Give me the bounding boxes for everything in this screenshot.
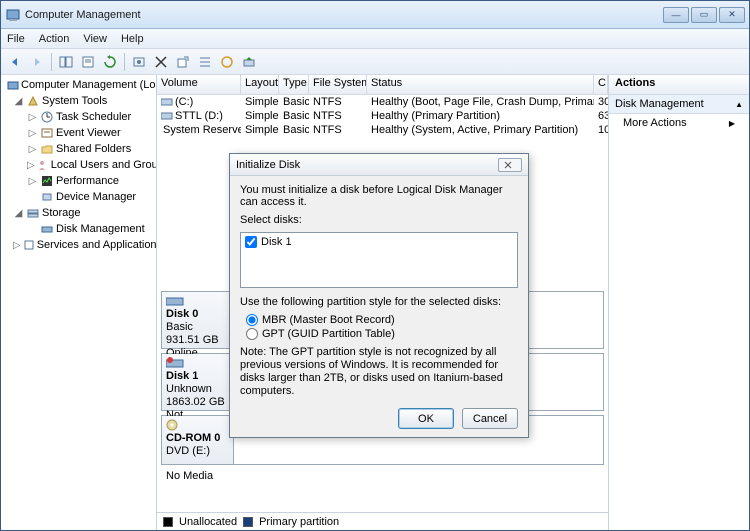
menu-view[interactable]: View (83, 33, 107, 45)
app-icon (5, 7, 21, 23)
radio-gpt[interactable]: GPT (GUID Partition Table) (246, 328, 518, 340)
cdrom-info: CD-ROM 0 DVD (E:) No Media (162, 416, 234, 464)
delete-icon[interactable] (151, 52, 171, 72)
menubar: File Action View Help (1, 29, 749, 49)
menu-file[interactable]: File (7, 33, 25, 45)
show-hide-tree-button[interactable] (56, 52, 76, 72)
legend-primary-swatch (243, 517, 253, 527)
navigation-tree[interactable]: Computer Management (Local ◢System Tools… (1, 75, 157, 530)
cancel-button[interactable]: Cancel (462, 408, 518, 429)
volume-row[interactable]: System Reserved Simple Basic NTFS Health… (157, 123, 608, 137)
collapse-icon: ▲ (735, 100, 743, 109)
tree-root[interactable]: Computer Management (Local (1, 77, 156, 93)
ok-button[interactable]: OK (398, 408, 454, 429)
maximize-button[interactable]: ▭ (691, 7, 717, 23)
disk-0-info: Disk 0 Basic 931.51 GB Online (162, 292, 234, 348)
refresh-disk-icon[interactable] (217, 52, 237, 72)
window-title: Computer Management (25, 9, 663, 21)
gpt-radio[interactable] (246, 328, 258, 340)
disk-1-info: Disk 1 Unknown 1863.02 GB Not Initialize… (162, 354, 234, 410)
actions-header: Actions (609, 75, 749, 95)
disk1-checkbox[interactable] (245, 236, 257, 248)
refresh-icon[interactable] (100, 52, 120, 72)
dialog-title: Initialize Disk (236, 159, 498, 171)
legend: Unallocated Primary partition (157, 512, 608, 530)
volume-list-header: Volume Layout Type File System Status C (157, 75, 608, 95)
actions-pane: Actions Disk Management▲ More Actions▶ (609, 75, 749, 530)
tree-task-scheduler[interactable]: ▷Task Scheduler (1, 109, 156, 125)
tree-storage[interactable]: ◢Storage (1, 205, 156, 221)
list-icon[interactable] (195, 52, 215, 72)
settings-button[interactable] (129, 52, 149, 72)
legend-primary-label: Primary partition (259, 516, 339, 528)
dialog-select-label: Select disks: (240, 214, 518, 226)
dialog-message: You must initialize a disk before Logica… (240, 184, 518, 208)
actions-more-actions[interactable]: More Actions▶ (609, 114, 749, 132)
close-button[interactable]: ✕ (719, 7, 745, 23)
volume-list[interactable]: (C:) Simple Basic NTFS Healthy (Boot, Pa… (157, 95, 608, 137)
tree-local-users[interactable]: ▷Local Users and Groups (1, 157, 156, 173)
col-capacity[interactable]: C (594, 75, 608, 94)
dialog-close-button[interactable] (498, 158, 522, 172)
volume-row[interactable]: (C:) Simple Basic NTFS Healthy (Boot, Pa… (157, 95, 608, 109)
chevron-right-icon: ▶ (729, 119, 735, 128)
actions-section-disk-management[interactable]: Disk Management▲ (609, 95, 749, 114)
dialog-note: Note: The GPT partition style is not rec… (240, 346, 518, 398)
disk-select-list[interactable]: Disk 1 (240, 232, 518, 288)
tree-disk-management[interactable]: Disk Management (1, 221, 156, 237)
menu-action[interactable]: Action (39, 33, 70, 45)
forward-button[interactable] (27, 52, 47, 72)
menu-help[interactable]: Help (121, 33, 144, 45)
properties-button[interactable] (78, 52, 98, 72)
tree-event-viewer[interactable]: ▷Event Viewer (1, 125, 156, 141)
col-type[interactable]: Type (279, 75, 309, 94)
initialize-disk-dialog: Initialize Disk You must initialize a di… (229, 153, 529, 438)
radio-mbr[interactable]: MBR (Master Boot Record) (246, 314, 518, 326)
titlebar: Computer Management — ▭ ✕ (1, 1, 749, 29)
col-status[interactable]: Status (367, 75, 594, 94)
mbr-radio[interactable] (246, 314, 258, 326)
partition-style-label: Use the following partition style for th… (240, 296, 518, 308)
disk-checkbox-disk1[interactable]: Disk 1 (245, 236, 513, 248)
col-volume[interactable]: Volume (157, 75, 241, 94)
rescan-icon[interactable] (239, 52, 259, 72)
volume-row[interactable]: STTL (D:) Simple Basic NTFS Healthy (Pri… (157, 109, 608, 123)
tree-services-apps[interactable]: ▷Services and Applications (1, 237, 156, 253)
legend-unallocated-label: Unallocated (179, 516, 237, 528)
export-icon[interactable] (173, 52, 193, 72)
minimize-button[interactable]: — (663, 7, 689, 23)
tree-shared-folders[interactable]: ▷Shared Folders (1, 141, 156, 157)
toolbar (1, 49, 749, 75)
col-layout[interactable]: Layout (241, 75, 279, 94)
tree-system-tools[interactable]: ◢System Tools (1, 93, 156, 109)
back-button[interactable] (5, 52, 25, 72)
legend-unallocated-swatch (163, 517, 173, 527)
tree-performance[interactable]: ▷Performance (1, 173, 156, 189)
col-filesystem[interactable]: File System (309, 75, 367, 94)
tree-device-manager[interactable]: Device Manager (1, 189, 156, 205)
